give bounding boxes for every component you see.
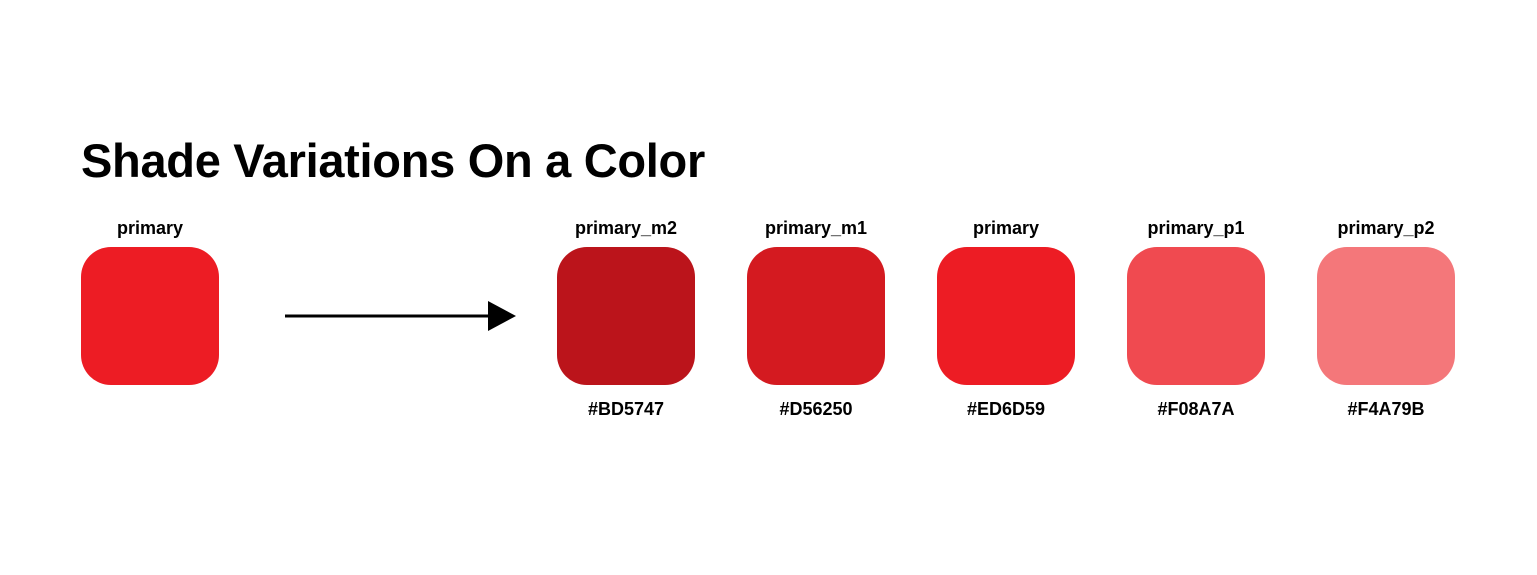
shade-hex: #F08A7A bbox=[1157, 399, 1235, 419]
shade-swatch bbox=[1127, 247, 1265, 385]
shade-swatch bbox=[557, 247, 695, 385]
page-title: Shade Variations On a Color bbox=[81, 134, 705, 187]
source-swatch bbox=[81, 247, 219, 385]
shade-label: primary bbox=[972, 218, 1040, 238]
shade-hex: #F4A79B bbox=[1347, 399, 1425, 419]
shade-label: primary_m1 bbox=[764, 218, 868, 238]
shade-swatch bbox=[937, 247, 1075, 385]
shade-swatch bbox=[1317, 247, 1455, 385]
shade-hex: #BD5747 bbox=[587, 399, 665, 419]
shade-hex: #ED6D59 bbox=[966, 399, 1046, 419]
arrow-right-icon bbox=[285, 301, 516, 331]
source-swatch-label: primary bbox=[116, 218, 184, 238]
shade-label: primary_p1 bbox=[1147, 218, 1245, 238]
shade-hex: #D56250 bbox=[779, 399, 853, 419]
source-swatch-group: primary bbox=[55, 214, 245, 385]
shade-swatch-group-p1: primary_p1 #F08A7A bbox=[1101, 214, 1291, 422]
shade-swatch-group-p2: primary_p2 #F4A79B bbox=[1291, 214, 1481, 422]
shade-label: primary_m2 bbox=[574, 218, 678, 238]
shade-swatch-group-primary: primary #ED6D59 bbox=[911, 214, 1101, 422]
shade-swatch-group-m2: primary_m2 #BD5747 bbox=[531, 214, 721, 422]
shade-swatch bbox=[747, 247, 885, 385]
shade-label: primary_p2 bbox=[1337, 218, 1435, 238]
shade-swatch-group-m1: primary_m1 #D56250 bbox=[721, 214, 911, 422]
